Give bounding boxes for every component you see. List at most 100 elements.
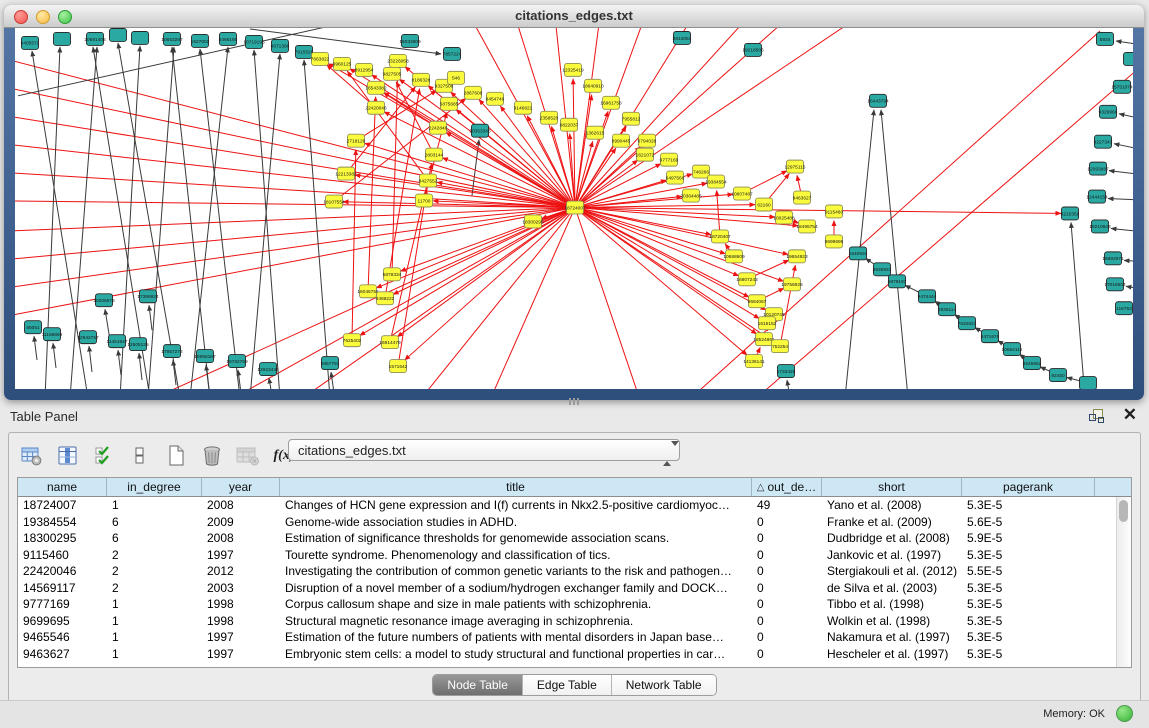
column-header-short[interactable]: short xyxy=(822,478,962,496)
network-node[interactable]: 10654112 xyxy=(1002,343,1023,356)
network-node[interactable]: 18107554 xyxy=(323,195,345,208)
table-row[interactable]: 1830029562008Estimation of significance … xyxy=(18,530,1117,547)
network-node[interactable]: 18807243 xyxy=(736,273,758,286)
network-node[interactable] xyxy=(1124,52,1134,65)
network-node[interactable]: 62160 xyxy=(756,198,773,211)
network-node[interactable]: 85051 xyxy=(25,321,42,334)
column-header-in_degree[interactable]: in_degree xyxy=(107,478,202,496)
table-row[interactable]: 946362711997Embryonic stem cells: a mode… xyxy=(18,646,1117,663)
network-node[interactable]: 2935114 xyxy=(938,303,957,316)
network-node[interactable]: 16914479 xyxy=(379,336,401,349)
network-node[interactable]: 2867608 xyxy=(464,86,483,99)
network-node[interactable]: 8215358 xyxy=(1061,207,1080,220)
network-node[interactable]: 7663822 xyxy=(311,52,330,65)
table-vertical-scrollbar[interactable] xyxy=(1116,497,1131,667)
network-node[interactable]: 2358520 xyxy=(540,111,559,124)
network-node[interactable]: 19218506 xyxy=(742,43,764,56)
table-row[interactable]: 2242004622012Investigating the contribut… xyxy=(18,563,1117,580)
network-node[interactable]: 5878334 xyxy=(383,268,402,281)
network-canvas[interactable]: 1872400794055722069140610653287152760284… xyxy=(15,28,1133,389)
network-node[interactable]: 9115460 xyxy=(825,205,844,218)
network-node[interactable]: 9827505 xyxy=(383,67,402,80)
scrollbar-thumb[interactable] xyxy=(1119,500,1128,522)
network-node[interactable]: 12213382 xyxy=(335,167,357,180)
network-node[interactable]: 16210643 xyxy=(1089,220,1111,233)
table-row[interactable]: 911546021997Tourette syndrome. Phenomeno… xyxy=(18,547,1117,564)
network-node[interactable]: 1733426 xyxy=(777,365,796,378)
network-node[interactable] xyxy=(1080,377,1097,389)
table-row[interactable]: 1938455462009Genome-wide association stu… xyxy=(18,514,1117,531)
network-node[interactable]: 546 xyxy=(448,71,465,84)
network-node[interactable]: 9474444 xyxy=(918,290,937,303)
float-window-icon[interactable] xyxy=(1089,409,1105,424)
network-node[interactable]: 16033809 xyxy=(399,34,421,47)
network-node[interactable]: 16782759 xyxy=(226,355,248,368)
network-node[interactable]: 12505135 xyxy=(127,338,149,351)
network-node[interactable]: 12444154 xyxy=(1086,190,1108,203)
network-node[interactable]: 18300295 xyxy=(522,215,544,228)
import-table-icon[interactable] xyxy=(233,443,263,469)
network-node[interactable]: 19654923 xyxy=(786,250,808,263)
network-node[interactable]: 17957272 xyxy=(161,345,183,358)
network-node[interactable]: 8454749 xyxy=(486,92,505,105)
network-node[interactable]: 1621072 xyxy=(636,148,655,161)
delete-icon[interactable] xyxy=(197,443,227,469)
network-node[interactable]: 9329968 xyxy=(1099,105,1118,118)
network-node[interactable]: 10653287 xyxy=(161,32,183,45)
network-node[interactable]: 8427552 xyxy=(419,174,438,187)
network-node[interactable]: 16046756 xyxy=(357,285,379,298)
network-node[interactable]: 16443794 xyxy=(867,94,889,107)
close-panel-icon[interactable]: ✕ xyxy=(1123,405,1137,425)
network-node[interactable]: 15751074 xyxy=(1111,80,1133,93)
network-node[interactable]: 8813054 xyxy=(673,31,692,44)
network-node[interactable] xyxy=(110,28,127,41)
network-node[interactable]: 19756928 xyxy=(781,278,803,291)
network-node[interactable]: 17359924 xyxy=(137,290,159,303)
network-node[interactable]: 9857791 xyxy=(321,357,340,370)
network-node[interactable]: 9405572 xyxy=(21,36,40,49)
column-header-pagerank[interactable]: pagerank xyxy=(962,478,1095,496)
network-node[interactable]: 2718126 xyxy=(347,134,366,147)
network-node[interactable]: 116753 xyxy=(1116,302,1133,315)
network-node[interactable]: 20206576 xyxy=(93,294,115,307)
table-row[interactable]: 1872400712008Changes of HCN gene express… xyxy=(18,497,1117,514)
network-node[interactable]: 4498222 xyxy=(376,292,395,305)
column-header-name[interactable]: name xyxy=(18,478,107,496)
network-node[interactable] xyxy=(54,32,71,45)
network-node[interactable]: 1362615 xyxy=(586,126,605,139)
tab-node-table[interactable]: Node Table xyxy=(433,675,523,695)
network-node[interactable]: 11156869 xyxy=(42,328,63,341)
network-node[interactable]: 9245652 xyxy=(1023,357,1042,370)
network-node[interactable]: 10688609 xyxy=(723,250,745,263)
tab-edge-table[interactable]: Edge Table xyxy=(523,675,612,695)
column-header-title[interactable]: title xyxy=(280,478,752,496)
network-node[interactable]: 5934 xyxy=(1097,32,1114,45)
network-node[interactable]: 9227343 xyxy=(1094,135,1113,148)
table-row[interactable]: 946554611997Estimation of the future num… xyxy=(18,629,1117,646)
network-node[interactable]: 6794028 xyxy=(638,134,657,147)
window-titlebar[interactable]: citations_edges.txt xyxy=(4,5,1144,28)
network-node[interactable]: 14136141 xyxy=(743,355,765,368)
network-node[interactable]: 8671388 xyxy=(271,39,290,52)
network-node[interactable]: 23226058 xyxy=(387,54,409,67)
network-node[interactable]: 9684067 xyxy=(748,295,767,308)
tab-network-table[interactable]: Network Table xyxy=(612,675,716,695)
network-node[interactable]: 12942757 xyxy=(77,331,99,344)
network-node[interactable]: 5875685 xyxy=(440,97,459,110)
network-node[interactable]: 7955812 xyxy=(622,112,641,125)
network-node[interactable]: 10807487 xyxy=(731,187,753,200)
network-node[interactable]: 7615526 xyxy=(295,45,314,58)
network-node[interactable]: 9146821 xyxy=(514,101,533,114)
network-node[interactable]: 6497568 xyxy=(666,171,685,184)
table-row[interactable]: 1456911722003Disruption of a novel membe… xyxy=(18,580,1117,597)
network-node[interactable]: 16958167 xyxy=(194,350,216,363)
network-node[interactable]: 22420046 xyxy=(365,101,387,114)
network-node[interactable]: 8912954 xyxy=(355,63,374,76)
network-node[interactable]: 12093887 xyxy=(1087,162,1109,175)
network-node[interactable]: 7857224 xyxy=(443,47,462,60)
network-node[interactable]: 20691406 xyxy=(84,32,106,45)
network-node[interactable]: 7625402 xyxy=(343,334,362,347)
network-node[interactable]: 1615152 xyxy=(758,317,777,330)
table-selector-dropdown[interactable]: citations_edges.txt xyxy=(288,439,680,461)
network-node[interactable]: 9960125 xyxy=(333,57,352,70)
